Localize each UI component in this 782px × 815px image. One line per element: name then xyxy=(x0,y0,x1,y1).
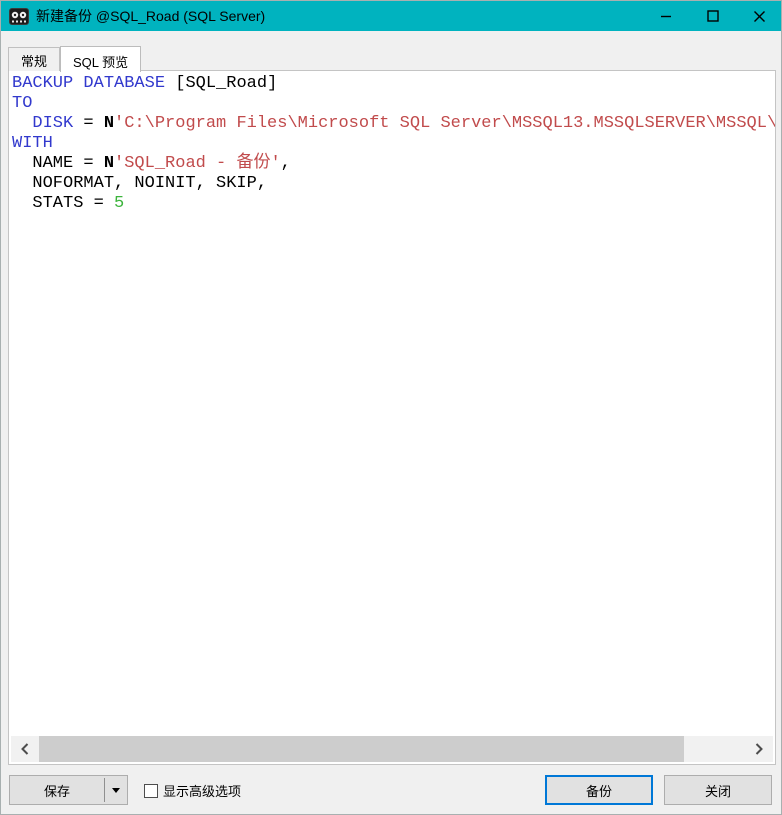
chevron-right-icon xyxy=(755,743,763,755)
scrollbar-thumb[interactable] xyxy=(39,736,684,762)
code-line: NAME = N'SQL_Road - 备份', xyxy=(12,154,775,174)
backup-button[interactable]: 备份 xyxy=(545,775,653,805)
close-icon[interactable] xyxy=(736,1,782,31)
horizontal-scrollbar[interactable] xyxy=(11,736,773,762)
close-button[interactable]: 关闭 xyxy=(664,775,772,805)
maximize-icon[interactable] xyxy=(689,1,736,31)
sql-editor[interactable]: BACKUP DATABASE [SQL_Road]TO DISK = N'C:… xyxy=(12,74,775,214)
tab-general[interactable]: 常规 xyxy=(8,47,60,71)
window-title: 新建备份 @SQL_Road (SQL Server) xyxy=(36,6,265,26)
title-bar: 新建备份 @SQL_Road (SQL Server) xyxy=(1,1,782,31)
tab-sql-preview[interactable]: SQL 预览 xyxy=(60,46,141,72)
code-line: TO xyxy=(12,94,775,114)
chevron-left-icon xyxy=(21,743,29,755)
scroll-right-button[interactable] xyxy=(745,736,773,762)
footer-bar: 保存 显示高级选项 备份 关闭 xyxy=(1,770,782,815)
backup-dialog-window: 新建备份 @SQL_Road (SQL Server) 常规 SQL 预览 BA… xyxy=(0,0,782,815)
window-controls xyxy=(642,1,782,31)
backup-cassette-icon xyxy=(8,7,30,26)
caret-down-icon xyxy=(112,788,120,793)
save-split-button: 保存 xyxy=(9,775,128,805)
minimize-icon[interactable] xyxy=(642,1,689,31)
code-line: DISK = N'C:\Program Files\Microsoft SQL … xyxy=(12,114,775,134)
code-line: WITH xyxy=(12,134,775,154)
scrollbar-track[interactable] xyxy=(39,736,745,762)
checkbox-label: 显示高级选项 xyxy=(163,781,241,800)
save-button[interactable]: 保存 xyxy=(10,776,104,804)
scroll-left-button[interactable] xyxy=(11,736,39,762)
sql-preview-panel: BACKUP DATABASE [SQL_Road]TO DISK = N'C:… xyxy=(8,70,776,765)
advanced-options-row: 显示高级选项 xyxy=(144,781,241,800)
tab-bar: 常规 SQL 预览 xyxy=(8,45,141,71)
code-line: NOFORMAT, NOINIT, SKIP, xyxy=(12,174,775,194)
save-dropdown-button[interactable] xyxy=(105,776,127,804)
code-line: STATS = 5 xyxy=(12,194,775,214)
show-advanced-options-checkbox[interactable] xyxy=(144,784,158,798)
code-line: BACKUP DATABASE [SQL_Road] xyxy=(12,74,775,94)
